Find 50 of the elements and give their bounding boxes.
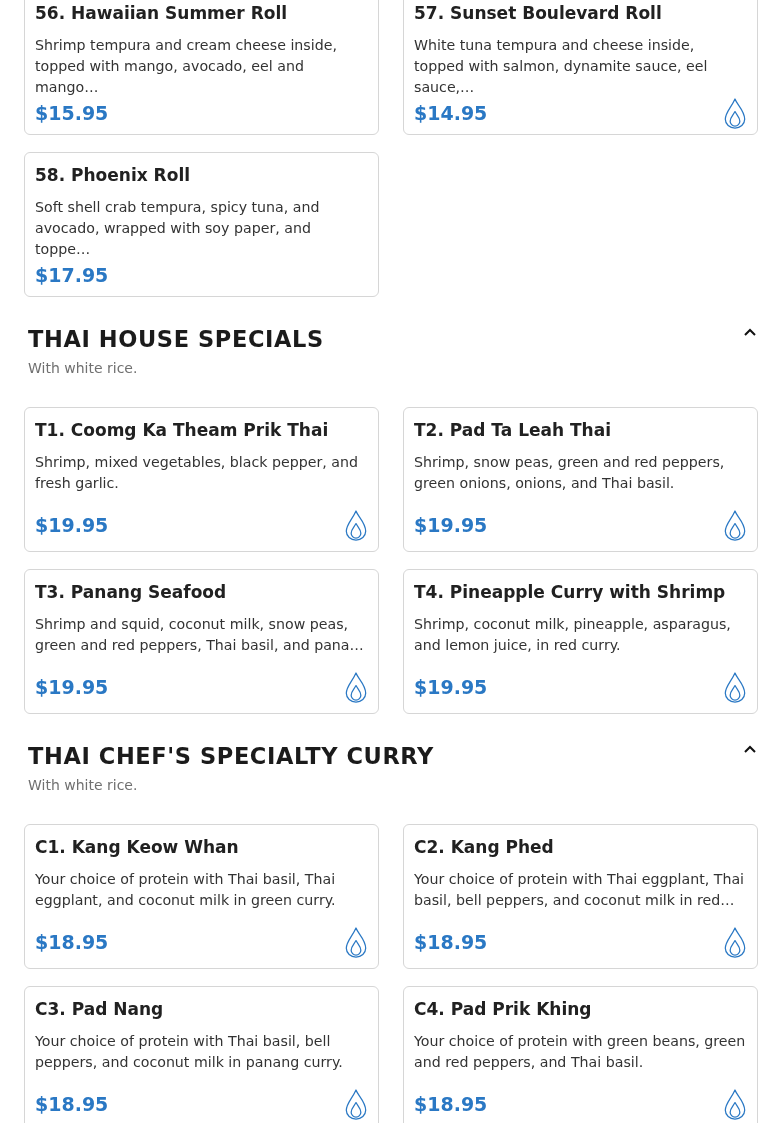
item-description: Shrimp, mixed vegetables, black pepper, and fresh garlic. [35,453,359,493]
menu-item-card[interactable]: T1. Coomg Ka Theam Prik Thai Shrimp, mixed vegetables, black pepper, and fresh garlic. $19.95 [24,407,379,552]
item-price: $19.95 [35,674,109,700]
item-name: 57. Sunset Boulevard Roll [414,2,663,25]
item-description: Soft shell crab tempura, spicy tuna, and avocado, wrapped with soy paper, and toppe… [35,198,321,259]
item-price: $19.95 [414,512,488,538]
menu-item-card[interactable]: T4. Pineapple Curry with Shrimp Shrimp, coconut milk, pineapple, asparagus, and lemon juice, in red curry. $19.95 [403,569,758,714]
section-subtitle: With white rice. [28,776,139,795]
menu-item-card[interactable]: 57. Sunset Boulevard Roll White tuna tempura and cheese inside, topped with salmon, dynamite sauce, eel sauce,… $14.95 [403,0,758,135]
item-price: $18.95 [414,929,488,955]
menu-item-card[interactable]: T2. Pad Ta Leah Thai Shrimp, snow peas, green and red peppers, green onions, onions, and Thai basil. $19.95 [403,407,758,552]
menu-item-card[interactable]: T3. Panang Seafood Shrimp and squid, coconut milk, snow peas, green and red peppers, Thai basil, and pana… $19.95 [24,569,379,714]
item-name: C3. Pad Nang [35,998,165,1021]
item-description: Shrimp, snow peas, green and red peppers, green onions, onions, and Thai basil. [414,453,726,493]
item-price: $19.95 [35,512,109,538]
item-description: Your choice of protein with Thai basil, bell peppers, and coconut milk in panang curry. [35,1032,344,1072]
item-price: $15.95 [35,100,109,126]
section-heading: THAI CHEF'S SPECIALTY CURRY [28,742,434,771]
section-subtitle: With white rice. [28,359,139,378]
item-description: Shrimp, coconut milk, pineapple, asparagus, and lemon juice, in red curry. [414,615,732,655]
item-price: $17.95 [35,262,109,288]
menu-item-card[interactable]: C3. Pad Nang Your choice of protein with Thai basil, bell peppers, and coconut milk in panang curry. $18.95 [24,986,379,1123]
item-description: Your choice of protein with green beans, green and red peppers, and Thai basil. [414,1032,747,1072]
item-name: C1. Kang Keow Whan [35,836,240,859]
item-price: $18.95 [35,929,109,955]
menu-item-card[interactable]: 56. Hawaiian Summer Roll Shrimp tempura and cream cheese inside, topped with mango, avocado, eel and mango… $15.95 [24,0,379,135]
item-name: T3. Panang Seafood [35,581,228,604]
menu-item-card[interactable]: C4. Pad Prik Khing Your choice of protein with green beans, green and red peppers, and Thai basil. $18.95 [403,986,758,1123]
item-name: C2. Kang Phed [414,836,555,859]
item-name: C4. Pad Prik Khing [414,998,593,1021]
item-name: 56. Hawaiian Summer Roll [35,2,289,25]
item-price: $18.95 [35,1091,109,1117]
chevron-up-icon[interactable] [742,743,758,755]
menu-item-card[interactable]: C1. Kang Keow Whan Your choice of protein with Thai basil, Thai eggplant, and coconut milk in green curry. $18.95 [24,824,379,969]
chevron-up-icon[interactable] [742,326,758,338]
item-description: Your choice of protein with Thai eggplant, Thai basil, bell peppers, and coconut milk in red… [414,870,746,910]
item-price: $14.95 [414,101,488,127]
menu-item-card[interactable]: C2. Kang Phed Your choice of protein with Thai eggplant, Thai basil, bell peppers, and coconut milk in red… $18.95 [403,824,758,969]
item-price: $18.95 [414,1091,488,1117]
item-name: T1. Coomg Ka Theam Prik Thai [35,419,330,442]
item-name: T2. Pad Ta Leah Thai [414,419,612,442]
item-price: $19.95 [414,674,488,700]
section-heading: THAI HOUSE SPECIALS [28,325,324,354]
item-name: T4. Pineapple Curry with Shrimp [414,581,727,604]
item-description: White tuna tempura and cheese inside, topped with salmon, dynamite sauce, eel sauce,… [414,36,709,97]
item-description: Your choice of protein with Thai basil, Thai eggplant, and coconut milk in green curry. [35,870,337,910]
item-description: Shrimp tempura and cream cheese inside, topped with mango, avocado, eel and mango… [35,36,338,97]
item-description: Shrimp and squid, coconut milk, snow peas, green and red peppers, Thai basil, and pana… [35,615,365,655]
menu-item-card[interactable]: 58. Phoenix Roll Soft shell crab tempura, spicy tuna, and avocado, wrapped with soy paper, and toppe… $17.95 [24,152,379,297]
item-name: 58. Phoenix Roll [35,164,192,187]
